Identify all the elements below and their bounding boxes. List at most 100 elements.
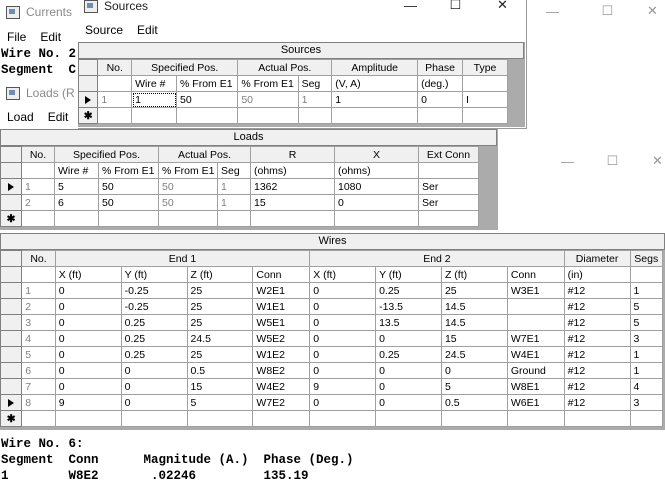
menu-file[interactable]: File — [0, 30, 33, 44]
table-row[interactable]: 1 5 50 50 1 1362 1080 Ser — [0, 178, 479, 195]
cell-amp[interactable]: 1 — [331, 91, 419, 108]
cell-y1[interactable]: 0 — [120, 394, 188, 411]
cell-seg[interactable]: 1 — [217, 178, 251, 195]
cell-no[interactable]: 2 — [21, 298, 56, 315]
cell-y2[interactable]: -13.5 — [375, 298, 442, 315]
table-row[interactable]: 8 9 0 5 W7E2 0 0 0.5 W6E1 #12 3 — [0, 394, 664, 411]
cell-segs[interactable]: 4 — [629, 378, 664, 395]
col-ext-conn[interactable]: Ext Conn — [418, 146, 479, 163]
cell-z2[interactable]: 0 — [440, 362, 508, 379]
row-header[interactable] — [0, 314, 23, 331]
cell-seg[interactable]: 1 — [217, 194, 251, 211]
cell-segs[interactable]: 5 — [629, 298, 664, 315]
cell-wire[interactable]: 6 — [54, 194, 99, 211]
cell-x1[interactable]: 9 — [54, 394, 122, 411]
cell-x[interactable]: 0 — [334, 194, 419, 211]
close-icon[interactable]: ✕ — [480, 0, 525, 16]
col-end1[interactable]: End 1 — [54, 250, 311, 267]
cell-wire[interactable]: 1 — [131, 91, 178, 108]
row-header[interactable] — [0, 194, 22, 211]
cell-y2[interactable]: 0.25 — [375, 346, 442, 363]
col-specified-pos[interactable]: Specified Pos. — [131, 59, 239, 76]
cell-x2[interactable]: 0 — [309, 330, 377, 347]
row-header[interactable] — [0, 298, 23, 315]
cell-z1[interactable]: 0.5 — [186, 362, 254, 379]
cell-y1[interactable]: 0.25 — [120, 330, 188, 347]
row-header[interactable] — [0, 362, 23, 379]
cell-no[interactable]: 3 — [21, 314, 56, 331]
cell-r[interactable]: 1362 — [250, 178, 335, 195]
col-phase[interactable]: Phase — [417, 59, 464, 76]
cell-conn2[interactable]: W4E1 — [506, 346, 565, 363]
cell-z2[interactable]: 25 — [440, 282, 508, 299]
cell-segs[interactable]: 1 — [629, 282, 664, 299]
cell-conn1[interactable]: W1E2 — [252, 346, 311, 363]
cell-y2[interactable]: 0 — [375, 394, 442, 411]
maximize-icon[interactable]: ☐ — [585, 0, 630, 22]
table-row[interactable]: 7 0 0 15 W4E2 9 0 5 W8E1 #12 4 — [0, 378, 664, 395]
cell-r[interactable]: 15 — [250, 194, 335, 211]
cell-y1[interactable]: 0 — [120, 362, 188, 379]
cell-ext[interactable]: Ser — [418, 194, 479, 211]
cell-diameter[interactable]: #12 — [563, 378, 631, 395]
cell-ext[interactable]: Ser — [418, 178, 479, 195]
cell-diameter[interactable]: #12 — [563, 314, 631, 331]
cell-segs[interactable]: 3 — [629, 394, 664, 411]
cell-z2[interactable]: 24.5 — [440, 346, 508, 363]
cell-y2[interactable]: 0 — [375, 378, 442, 395]
cell-x1[interactable]: 0 — [54, 282, 122, 299]
current-row-arrow-icon[interactable] — [0, 178, 22, 195]
cell-conn2[interactable] — [506, 314, 565, 331]
col-amplitude[interactable]: Amplitude — [331, 59, 419, 76]
col-actual-pos[interactable]: Actual Pos. — [237, 59, 333, 76]
cell-z1[interactable]: 15 — [186, 378, 254, 395]
cell-y1[interactable]: -0.25 — [120, 282, 188, 299]
col-x[interactable]: X — [334, 146, 419, 163]
cell-z1[interactable]: 25 — [186, 346, 254, 363]
cell-wire[interactable]: 5 — [54, 178, 99, 195]
cell-segs[interactable]: 5 — [629, 314, 664, 331]
new-row-star-icon[interactable]: ✱ — [77, 107, 99, 124]
cell-z1[interactable]: 25 — [186, 298, 254, 315]
col-diameter[interactable]: Diameter — [563, 250, 631, 267]
table-row[interactable]: 2 6 50 50 1 15 0 Ser — [0, 194, 479, 211]
minimize-icon[interactable]: — — [530, 0, 575, 22]
cell-z2[interactable]: 14.5 — [440, 298, 508, 315]
cell-diameter[interactable]: #12 — [563, 282, 631, 299]
cell-phase[interactable]: 0 — [417, 91, 464, 108]
cell-segs[interactable]: 3 — [629, 330, 664, 347]
menu-edit[interactable]: Edit — [130, 23, 165, 37]
cell-no[interactable]: 2 — [21, 194, 55, 211]
cell-x1[interactable]: 0 — [54, 346, 122, 363]
cell-y1[interactable]: 0 — [120, 378, 188, 395]
row-header[interactable] — [0, 378, 23, 395]
cell-x2[interactable]: 0 — [309, 346, 377, 363]
cell-diameter[interactable]: #12 — [563, 362, 631, 379]
menu-edit[interactable]: Edit — [33, 30, 68, 44]
cell-x2[interactable]: 9 — [309, 378, 377, 395]
menu-edit[interactable]: Edit — [41, 110, 76, 124]
cell-conn1[interactable]: W1E1 — [252, 298, 311, 315]
maximize-icon[interactable]: ☐ — [590, 150, 635, 172]
col-actual-pos[interactable]: Actual Pos. — [158, 146, 251, 163]
table-row[interactable]: 1 1 50 50 1 1 0 I — [77, 91, 508, 108]
cell-conn2[interactable]: W8E1 — [506, 378, 565, 395]
new-row[interactable]: ✱ — [0, 410, 664, 427]
cell-z2[interactable]: 5 — [440, 378, 508, 395]
close-icon[interactable]: ✕ — [630, 0, 665, 22]
row-header[interactable] — [0, 330, 23, 347]
cell-x2[interactable]: 0 — [309, 282, 377, 299]
cell-x[interactable]: 1080 — [334, 178, 419, 195]
cell-conn2[interactable]: W7E1 — [506, 330, 565, 347]
cell-diameter[interactable]: #12 — [563, 298, 631, 315]
table-row[interactable]: 4 0 0.25 24.5 W5E2 0 0 15 W7E1 #12 3 — [0, 330, 664, 347]
cell-x2[interactable]: 0 — [309, 394, 377, 411]
cell-x1[interactable]: 0 — [54, 362, 122, 379]
cell-no[interactable]: 7 — [21, 378, 56, 395]
current-row-arrow-icon[interactable] — [77, 91, 99, 108]
cell-act-pct[interactable]: 50 — [237, 91, 299, 108]
current-row-arrow-icon[interactable] — [0, 394, 23, 411]
col-no[interactable]: No. — [21, 146, 55, 163]
maximize-icon[interactable]: ☐ — [433, 0, 478, 16]
cell-y2[interactable]: 0 — [375, 362, 442, 379]
